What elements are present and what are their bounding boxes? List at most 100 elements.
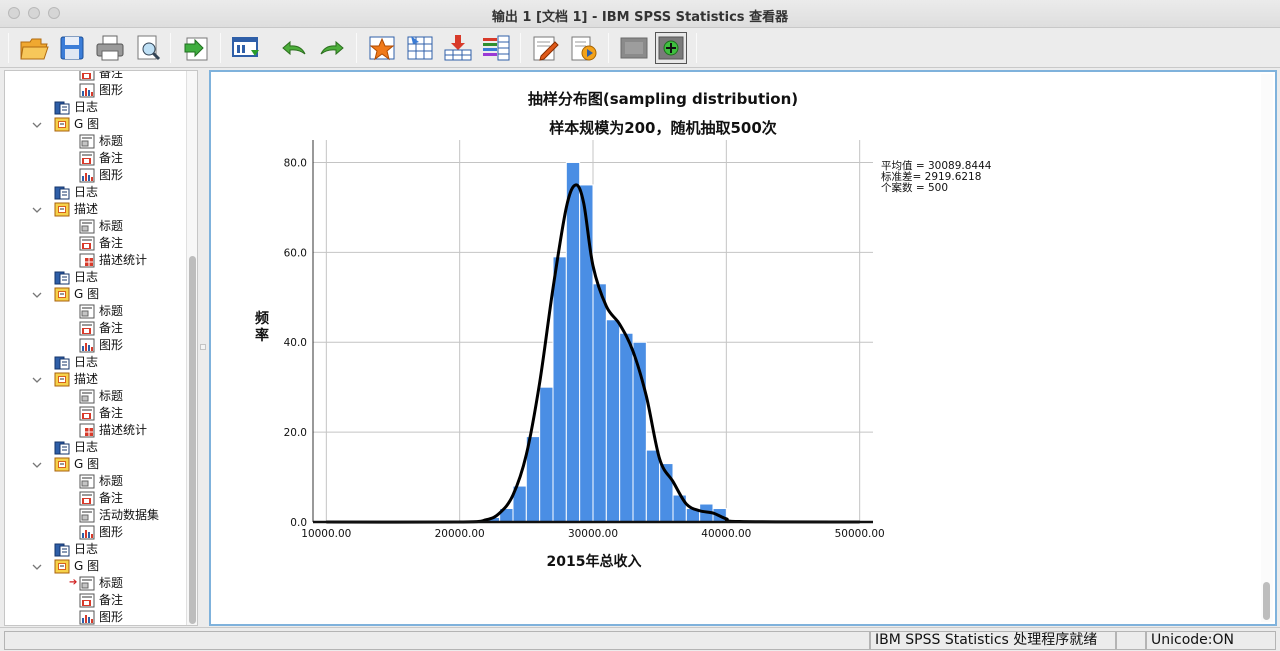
outline-item[interactable]: 标题 xyxy=(79,133,123,150)
outline-item[interactable]: 日志 xyxy=(54,439,98,456)
outline-item[interactable]: 描述统计 xyxy=(79,252,147,269)
outline-scrollbar-thumb[interactable] xyxy=(189,256,196,624)
histogram-bar xyxy=(539,386,554,523)
outline-item[interactable]: 日志 xyxy=(54,99,98,116)
histogram-bar xyxy=(645,449,661,523)
outline-item[interactable]: 标题 xyxy=(79,303,123,320)
outline-item[interactable]: 活动数据集 xyxy=(79,507,159,524)
print-icon xyxy=(96,35,124,61)
histogram-bar xyxy=(552,256,567,523)
content-scrollbar[interactable] xyxy=(1261,74,1273,622)
title-icon xyxy=(79,508,95,523)
outline-item[interactable]: 备注 xyxy=(79,150,123,167)
outline-item[interactable]: 图形 xyxy=(79,337,123,354)
collapse-button[interactable] xyxy=(618,32,650,64)
chevron-down-icon[interactable] xyxy=(32,290,42,300)
outline-item[interactable]: 标题 xyxy=(79,218,123,235)
histogram-bar xyxy=(592,283,607,523)
outline-item-label: 标题 xyxy=(99,389,124,403)
title-icon xyxy=(79,134,95,149)
outline-item[interactable]: 图形 xyxy=(79,82,123,99)
print-preview-button[interactable] xyxy=(132,32,164,64)
note-icon xyxy=(79,321,95,336)
outline-item[interactable]: 标题 xyxy=(79,388,123,405)
viewer-window: 输出 1 [文档 1] - IBM SPSS Statistics 查看器 备注… xyxy=(0,0,1280,651)
outline-item-label: 图形 xyxy=(99,525,124,539)
outline-item-label: 标题 xyxy=(99,474,124,488)
outline-item[interactable]: 备注 xyxy=(79,71,123,82)
chevron-down-icon[interactable] xyxy=(32,375,42,385)
chevron-down-icon[interactable] xyxy=(32,120,42,130)
insert-output-button[interactable] xyxy=(442,32,474,64)
chevron-down-icon[interactable] xyxy=(32,205,42,215)
outline-item[interactable]: 备注 xyxy=(79,320,123,337)
chart-icon xyxy=(79,338,95,353)
outline-item[interactable]: 备注 xyxy=(79,405,123,422)
outline-item[interactable]: 描述 xyxy=(54,201,98,218)
table-icon xyxy=(79,423,95,438)
save-icon xyxy=(60,36,84,60)
edit-text-button[interactable] xyxy=(530,32,562,64)
redo-button[interactable] xyxy=(316,32,348,64)
chevron-down-icon[interactable] xyxy=(32,460,42,470)
note-icon xyxy=(79,151,95,166)
run-script-button[interactable] xyxy=(568,32,600,64)
outline-item[interactable]: 日志 xyxy=(54,354,98,371)
outline-item[interactable]: G 图 xyxy=(54,286,99,303)
histogram-bar xyxy=(565,161,581,523)
add-item-button[interactable] xyxy=(655,32,687,64)
x-axis-label: 2015年总收入 xyxy=(547,553,642,570)
outline-item[interactable]: 备注 xyxy=(79,490,123,507)
pane-splitter[interactable] xyxy=(198,70,208,626)
chart-icon xyxy=(79,83,95,98)
outline-item[interactable]: 图形 xyxy=(79,524,123,541)
outline-item[interactable]: 描述统计 xyxy=(79,422,147,439)
outline-item[interactable]: 图形 xyxy=(79,609,124,625)
outline-item[interactable]: 标题 xyxy=(79,575,123,592)
log-icon xyxy=(54,441,70,455)
outline-item-label: 日志 xyxy=(74,440,99,454)
chevron-down-icon[interactable] xyxy=(32,562,42,572)
histogram-chart[interactable]: 抽样分布图(sampling distribution) 样本规模为200，随机… xyxy=(211,72,1261,624)
outline-item[interactable]: 图形 xyxy=(79,167,123,184)
outline-item-label: 日志 xyxy=(74,100,99,114)
splitter-grip-icon[interactable] xyxy=(200,344,206,350)
outline-item[interactable]: 标题 xyxy=(79,473,123,490)
print-button[interactable] xyxy=(94,32,126,64)
y-axis-label: 频率 xyxy=(255,310,269,344)
goto-variable-button[interactable] xyxy=(404,32,436,64)
outline-item[interactable]: 日志 xyxy=(54,184,98,201)
histogram-bar xyxy=(579,184,594,523)
table-icon xyxy=(79,253,95,268)
save-button[interactable] xyxy=(56,32,88,64)
variables-button[interactable] xyxy=(480,32,512,64)
outline-item[interactable]: G 图 xyxy=(54,116,99,133)
recall-dialog-button[interactable] xyxy=(230,32,262,64)
current-item-arrow-icon: ➔ xyxy=(69,577,78,588)
outline-item[interactable]: 备注 xyxy=(79,235,123,252)
collapse-icon xyxy=(620,37,648,59)
y-tick-label: 60.0 xyxy=(284,247,307,259)
outline-item-label: 活动数据集 xyxy=(99,508,160,522)
export-button[interactable] xyxy=(180,32,212,64)
outline-item[interactable]: 备注 xyxy=(79,592,123,609)
outline-item[interactable]: G 图 xyxy=(54,558,99,575)
outline-item[interactable]: 描述 xyxy=(54,371,98,388)
status-spacer xyxy=(1116,631,1146,650)
outline-item-label: 图形 xyxy=(99,610,124,624)
print-preview-icon xyxy=(137,35,161,61)
outline-item[interactable]: 日志 xyxy=(54,269,98,286)
x-tick-label: 40000.00 xyxy=(701,528,751,540)
undo-button[interactable] xyxy=(278,32,310,64)
title-icon xyxy=(79,219,95,234)
note-icon xyxy=(79,491,95,506)
outline-scrollbar[interactable] xyxy=(186,71,197,625)
title-icon xyxy=(79,474,95,489)
open-button[interactable] xyxy=(18,32,50,64)
stats-line: 个案数 = 500 xyxy=(881,181,948,194)
goto-case-button[interactable] xyxy=(366,32,398,64)
outline-item[interactable]: 日志 xyxy=(54,541,98,558)
outline-item[interactable]: G 图 xyxy=(54,456,99,473)
content-scrollbar-thumb[interactable] xyxy=(1263,582,1270,620)
x-tick-label: 50000.00 xyxy=(835,528,885,540)
